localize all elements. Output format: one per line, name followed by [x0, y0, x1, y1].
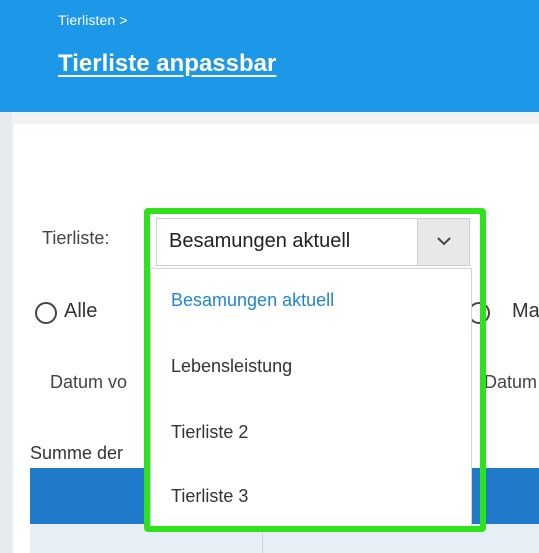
tierliste-select[interactable]: Besamungen aktuell: [156, 218, 470, 266]
left-strip: [0, 112, 12, 553]
dropdown-option-tierliste-2[interactable]: Tierliste 2: [151, 401, 471, 463]
tierliste-label: Tierliste:: [42, 228, 110, 248]
breadcrumb[interactable]: Tierlisten >: [58, 12, 128, 28]
dropdown-option-tierliste-3[interactable]: Tierliste 3: [151, 465, 471, 527]
radio-alle-label: Alle: [64, 300, 98, 322]
dropdown-option-besamungen-aktuell[interactable]: Besamungen aktuell: [151, 269, 471, 331]
radio-right-label: Ma: [512, 300, 539, 322]
radio-alle[interactable]: [35, 302, 57, 324]
tierliste-dropdown-menu: Besamungen aktuell Lebensleistung Tierli…: [150, 268, 472, 532]
dropdown-option-lebensleistung[interactable]: Lebensleistung: [151, 335, 471, 397]
page-header: Tierlisten > Tierliste anpassbar: [0, 0, 539, 112]
chevron-down-icon: [437, 237, 451, 246]
page-title[interactable]: Tierliste anpassbar: [58, 50, 276, 78]
datum-from-label: Datum vo: [50, 372, 128, 392]
summe-label: Summe der: [30, 443, 124, 463]
datum-to-label: Datum: [484, 372, 538, 392]
select-caret-button[interactable]: [417, 219, 469, 265]
tierliste-select-value: Besamungen aktuell: [169, 230, 351, 252]
